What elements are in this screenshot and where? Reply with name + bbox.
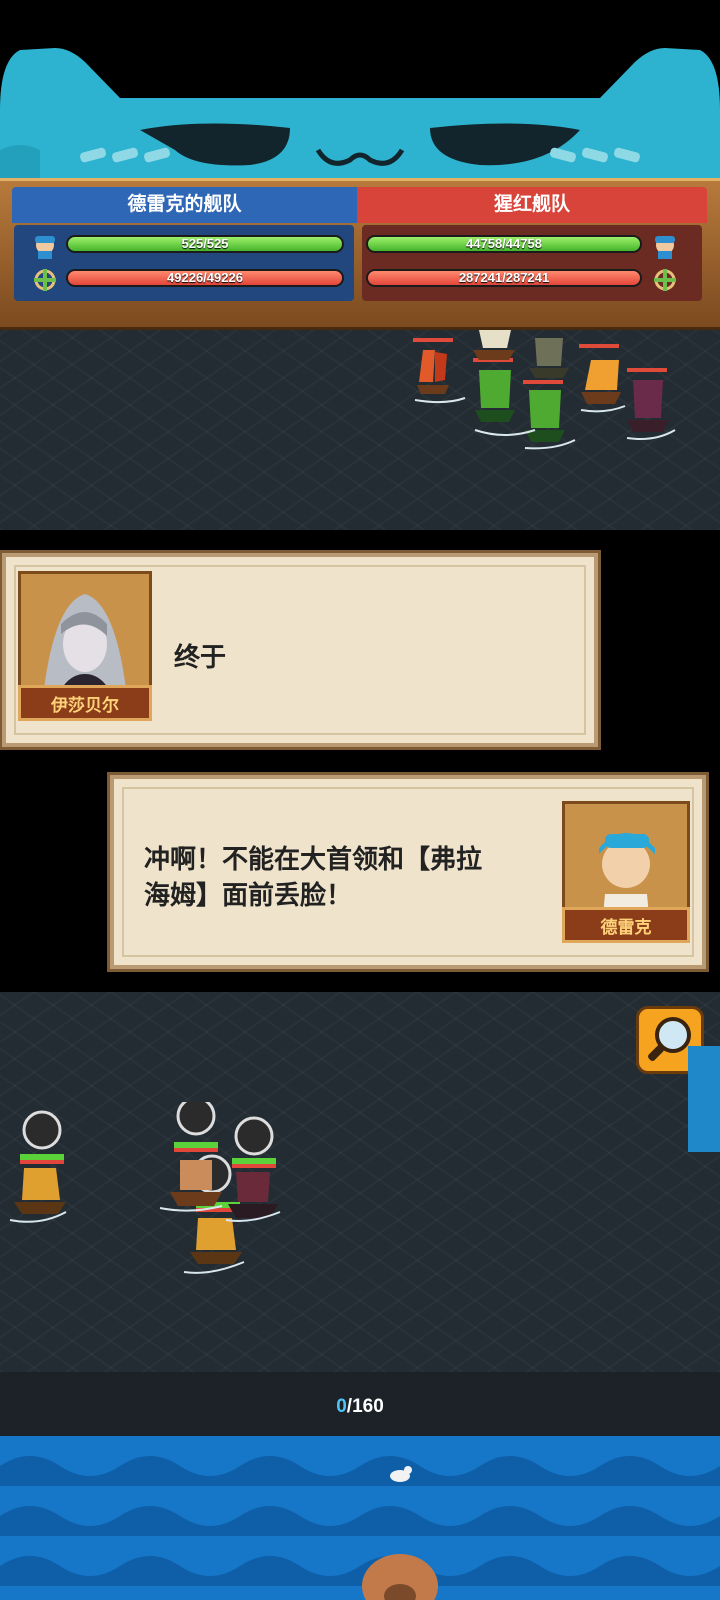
right-hull-bar: 287241/287241 <box>366 269 642 287</box>
drake-dialog-text-line2: 海姆】面前丢脸！ <box>144 881 353 911</box>
player-ship <box>190 1218 242 1264</box>
counter-total: /160 <box>346 1396 384 1417</box>
bottom-ocean <box>0 1436 720 1600</box>
counter-current: 0 <box>336 1396 347 1417</box>
player-ship <box>228 1172 278 1218</box>
battle-scoreboard: 德雷克的舰队 猩红舰队 525/525 49226/49226 44758/44… <box>0 178 720 330</box>
enemy-ship <box>529 338 569 378</box>
left-team-name: 德雷克的舰队 <box>12 187 357 223</box>
left-team-panel: 525/525 49226/49226 <box>14 225 354 301</box>
enemy-ship <box>473 358 515 422</box>
left-crew-bar: 525/525 <box>66 235 344 253</box>
enemy-ship <box>473 330 515 360</box>
enemy-ship <box>413 338 453 394</box>
skill-bubble <box>22 1102 274 1194</box>
sea-player-area <box>0 992 720 1372</box>
dialog-box-isabel[interactable]: 伊莎贝尔 终于 <box>0 550 601 750</box>
dialog-box-drake[interactable]: 冲啊！不能在大首领和【弗拉 海姆】面前丢脸！ 德雷克 <box>107 772 709 972</box>
sailor-icon <box>35 236 55 259</box>
wave-counter: 0/160 <box>0 1396 720 1418</box>
ship-wheel-icon <box>654 269 676 291</box>
enemy-ship <box>579 344 621 404</box>
right-team-panel: 44758/44758 287241/287241 <box>362 225 702 301</box>
right-team-name: 猩红舰队 <box>357 187 707 223</box>
sea-enemy-area <box>0 330 720 530</box>
isabel-name-plate: 伊莎贝尔 <box>18 685 152 721</box>
left-hull-bar: 49226/49226 <box>66 269 344 287</box>
player-ship <box>14 1168 66 1214</box>
enemy-fleet[interactable] <box>405 330 685 450</box>
drake-name-plate: 德雷克 <box>562 907 690 943</box>
drake-dialog-text-line1: 冲啊！不能在大首领和【弗拉 <box>144 845 483 875</box>
left-crew-text: 525/525 <box>181 236 229 251</box>
right-crew-bar: 44758/44758 <box>366 235 642 253</box>
enemy-ship <box>627 368 669 432</box>
cat-header-banner <box>0 48 720 190</box>
side-panel-tab[interactable] <box>688 1046 720 1152</box>
player-fleet[interactable] <box>0 1102 300 1292</box>
sailor-icon <box>655 236 675 259</box>
ship-wheel-icon <box>34 269 56 291</box>
isabel-dialog-text: 终于 <box>174 643 227 673</box>
right-hull-text: 287241/287241 <box>458 270 550 285</box>
right-crew-text: 44758/44758 <box>466 236 542 251</box>
left-hull-text: 49226/49226 <box>167 270 243 285</box>
